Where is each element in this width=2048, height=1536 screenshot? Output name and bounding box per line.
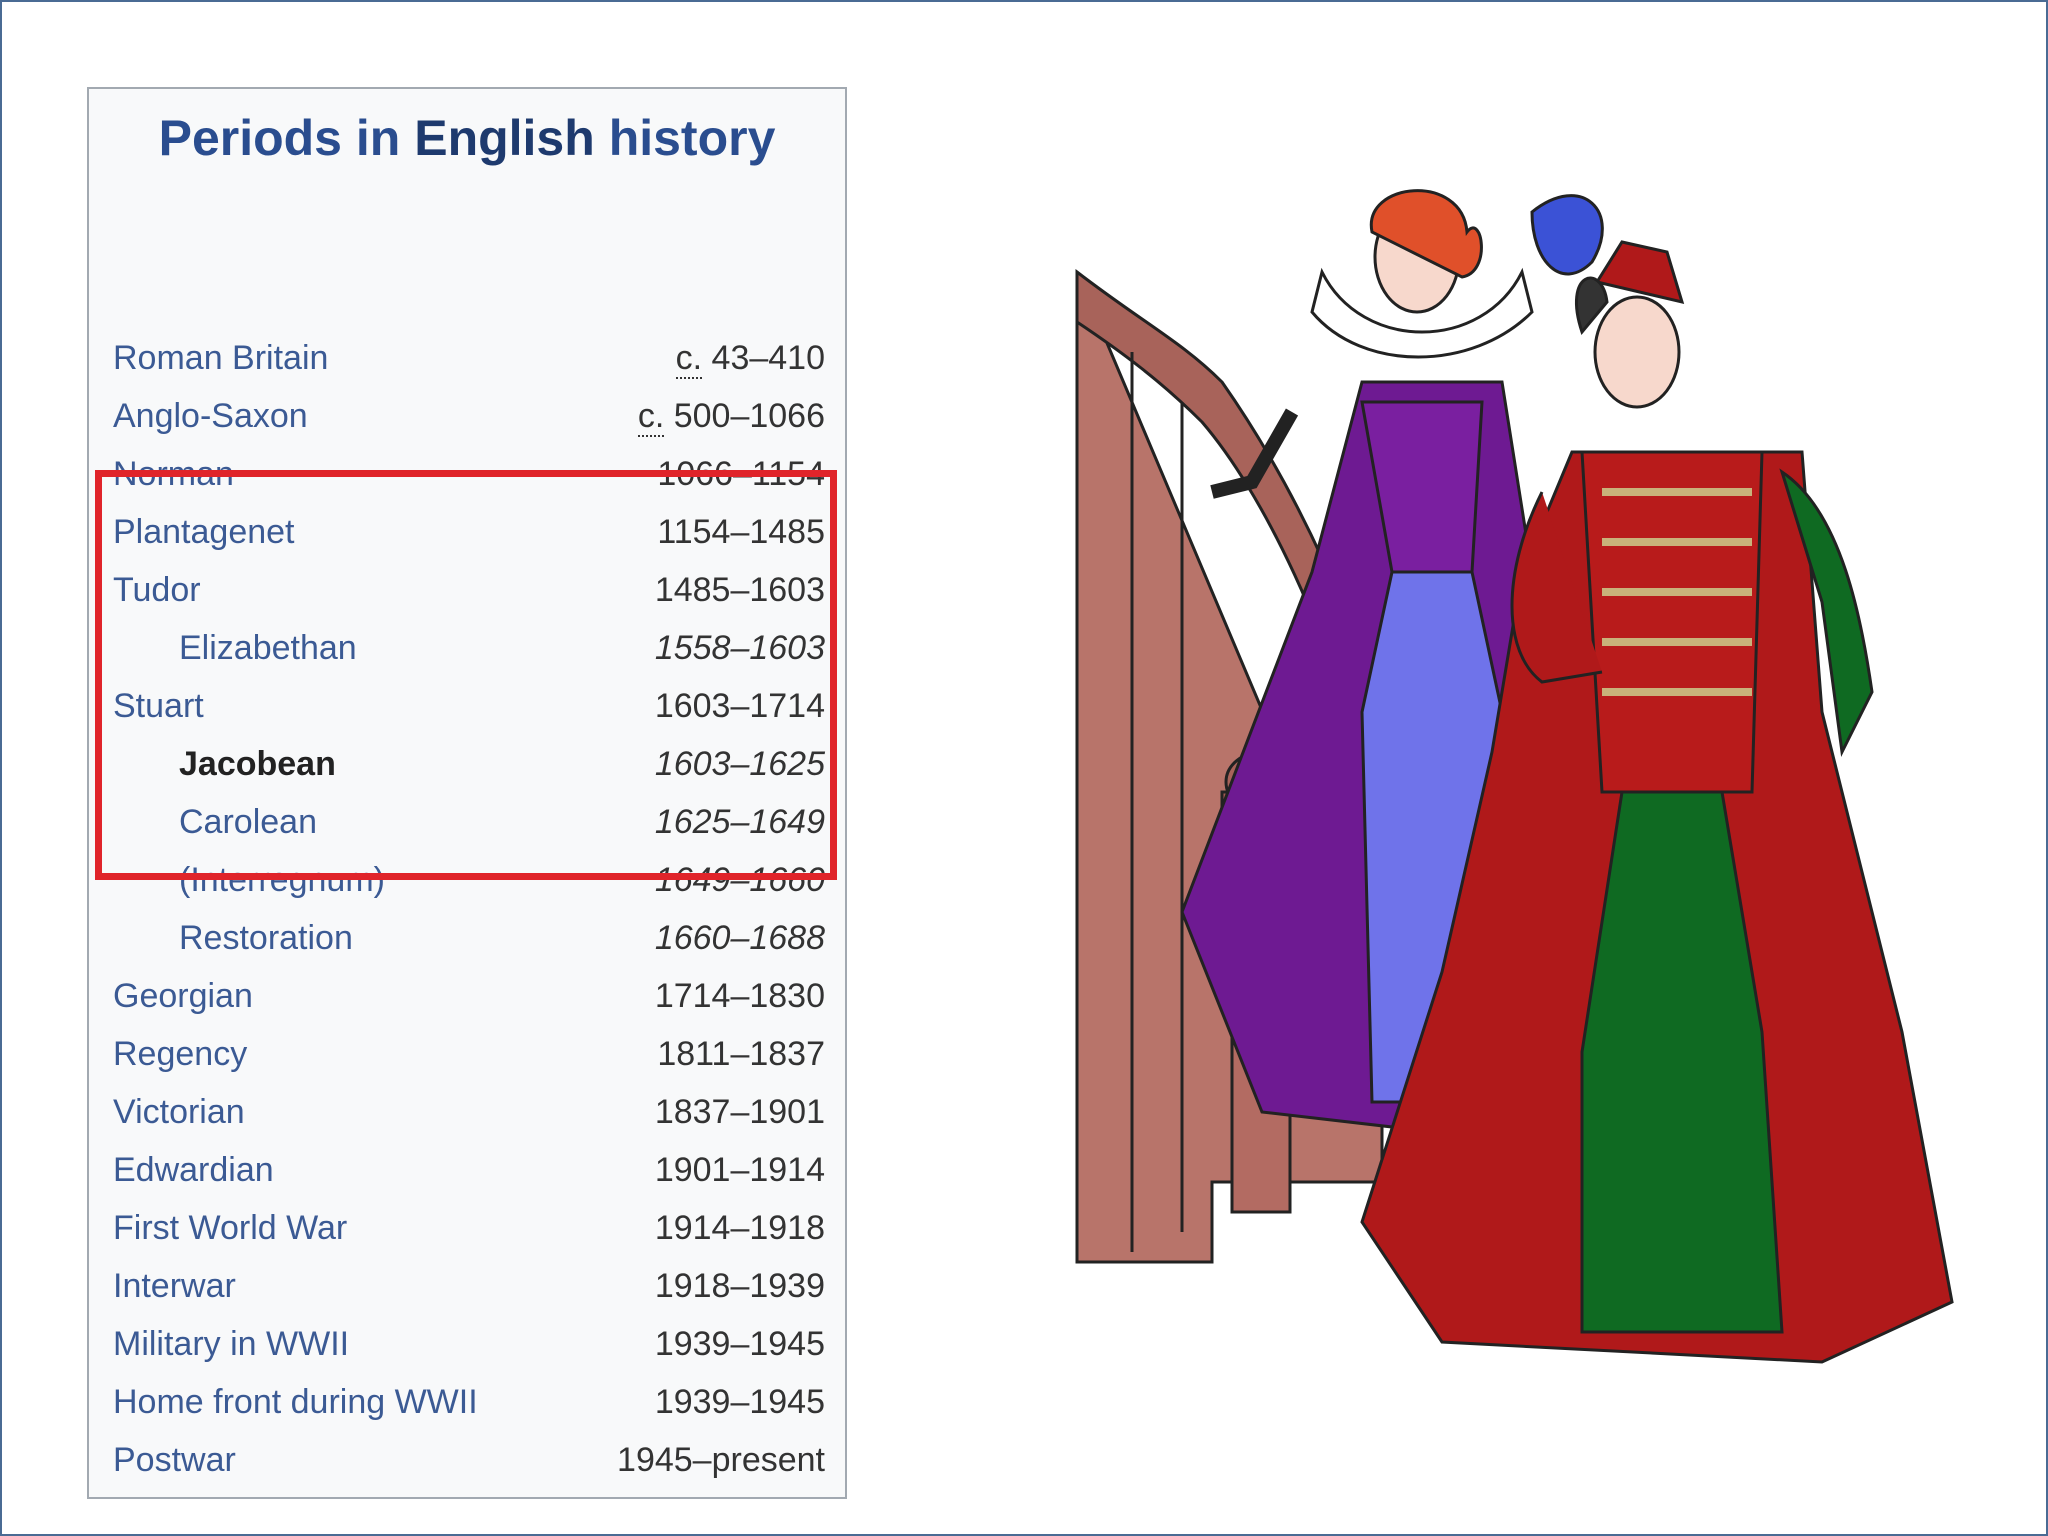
period-link[interactable]: Restoration <box>179 909 353 967</box>
period-link[interactable]: Home front during WWII <box>113 1373 478 1431</box>
period-row-victorian: Victorian 1837–1901 <box>113 1083 825 1141</box>
period-row-military-wwii: Military in WWII 1939–1945 <box>113 1315 825 1373</box>
period-row-postwar: Postwar 1945–present <box>113 1431 825 1489</box>
period-years: 1837–1901 <box>654 1093 825 1131</box>
period-years: 1914–1918 <box>654 1209 825 1247</box>
title-link-english[interactable]: English <box>414 110 595 166</box>
period-years: 1939–1945 <box>654 1325 825 1363</box>
slide: Periods in English history Roman Britain… <box>0 0 2048 1536</box>
infobox-title: Periods in English history <box>89 109 845 167</box>
period-link[interactable]: Postwar <box>113 1431 236 1489</box>
period-years: 1945–present <box>617 1441 825 1479</box>
period-link[interactable]: First World War <box>113 1199 347 1257</box>
period-row-home-front-wwii: Home front during WWII 1939–1945 <box>113 1373 825 1431</box>
period-years: 1939–1945 <box>654 1383 825 1421</box>
period-link[interactable]: Edwardian <box>113 1141 274 1199</box>
years-text: 500–1066 <box>664 397 825 435</box>
years-text: 43–410 <box>702 339 825 377</box>
period-years: 1660–1688 <box>654 919 825 957</box>
title-part-1: Periods in <box>158 110 415 166</box>
period-row-restoration: Restoration 1660–1688 <box>113 909 825 967</box>
period-years: 1811–1837 <box>657 1035 825 1073</box>
period-link[interactable]: Roman Britain <box>113 329 328 387</box>
circa-abbr[interactable]: c. <box>675 339 703 379</box>
circa-abbr[interactable]: c. <box>637 397 665 437</box>
period-link[interactable]: Interwar <box>113 1257 236 1315</box>
period-row-edwardian: Edwardian 1901–1914 <box>113 1141 825 1199</box>
period-row-regency: Regency 1811–1837 <box>113 1025 825 1083</box>
period-years: 1714–1830 <box>654 977 825 1015</box>
period-link[interactable]: Georgian <box>113 967 253 1025</box>
period-row-first-world-war: First World War 1914–1918 <box>113 1199 825 1257</box>
period-row-interwar: Interwar 1918–1939 <box>113 1257 825 1315</box>
period-row-roman-britain: Roman Britain c. 43–410 <box>113 329 825 387</box>
stuart-tudor-highlight-box <box>95 470 837 880</box>
elizabethan-costumes-illustration <box>1075 189 1954 1364</box>
period-link[interactable]: Military in WWII <box>113 1315 349 1373</box>
period-link[interactable]: Regency <box>113 1025 247 1083</box>
period-row-georgian: Georgian 1714–1830 <box>113 967 825 1025</box>
period-years: 1901–1914 <box>654 1151 825 1189</box>
period-years: c. 43–410 <box>675 329 825 387</box>
period-link[interactable]: Victorian <box>113 1083 245 1141</box>
period-row-anglo-saxon: Anglo-Saxon c. 500–1066 <box>113 387 825 445</box>
title-part-3: history <box>594 110 776 166</box>
period-link[interactable]: Anglo-Saxon <box>113 387 308 445</box>
period-years: 1918–1939 <box>654 1267 825 1305</box>
period-years: c. 500–1066 <box>637 387 825 445</box>
